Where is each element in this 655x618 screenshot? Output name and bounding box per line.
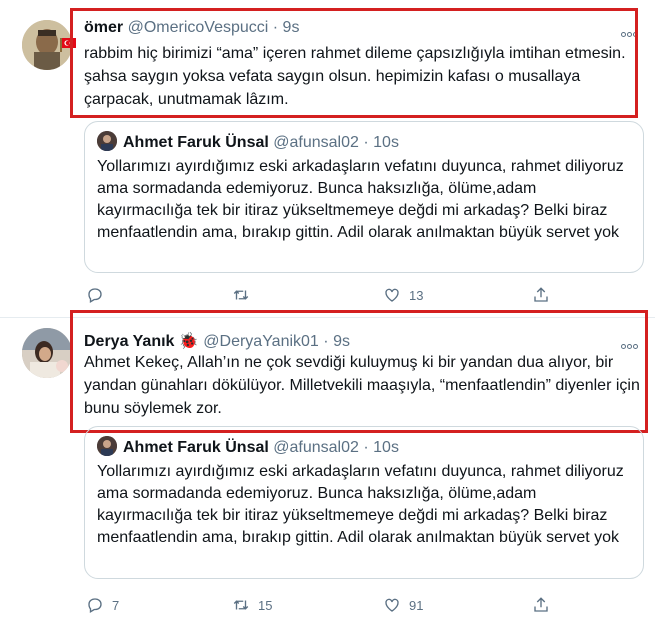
reply-icon (88, 288, 102, 303)
user-handle[interactable]: @DeryaYanik01 (203, 333, 319, 350)
retweet-button[interactable] (232, 284, 258, 306)
quoted-timestamp: 10s (373, 134, 399, 151)
quoted-tweet[interactable]: Ahmet Faruk Ünsal @afunsal02 · 10s Yolla… (84, 121, 644, 273)
display-name[interactable]: Derya Yanık (84, 333, 174, 350)
ladybug-emoji: 🐞 (178, 333, 199, 350)
more-options-icon[interactable] (621, 336, 641, 349)
share-icon (534, 287, 548, 302)
tweet-header: Derya Yanık 🐞 @DeryaYanik01 · 9s (84, 331, 350, 351)
separator-dot: · (323, 333, 329, 350)
timestamp[interactable]: 9s (333, 333, 350, 350)
heart-icon (385, 288, 399, 302)
separator-dot: · (272, 19, 279, 36)
separator-dot: · (363, 439, 369, 456)
quoted-tweet[interactable]: Ahmet Faruk Ünsal @afunsal02 · 10s Yolla… (84, 426, 644, 579)
reply-count: 7 (112, 597, 120, 613)
share-button[interactable] (532, 284, 550, 306)
avatar[interactable] (22, 328, 72, 378)
tweet-text: Ahmet Kekeç, Allah’ın ne çok sevdiği kul… (84, 354, 640, 417)
tweet-actions: 7 15 91 (84, 594, 564, 616)
display-name[interactable]: ömer (84, 19, 123, 36)
retweet-icon (233, 290, 249, 300)
quoted-user-handle: @afunsal02 (273, 134, 359, 151)
timestamp[interactable]: 9s (283, 19, 300, 36)
heart-icon (385, 598, 399, 612)
quoted-timestamp: 10s (373, 439, 399, 456)
reply-button[interactable] (86, 284, 112, 306)
like-count: 91 (409, 597, 424, 613)
retweet-count: 15 (258, 597, 273, 613)
like-button[interactable]: 13 (383, 284, 423, 306)
quoted-tweet-header: Ahmet Faruk Ünsal @afunsal02 · 10s (97, 436, 399, 457)
quoted-avatar (97, 131, 117, 151)
tweet-actions: 13 (84, 284, 564, 306)
tweet-header: ömer @OmericoVespucci · 9s (84, 19, 299, 37)
quoted-tweet-text: Yollarımızı ayırdığımız eski arkadaşları… (97, 463, 624, 546)
quoted-user-handle: @afunsal02 (273, 439, 359, 456)
share-icon (534, 597, 548, 612)
quoted-display-name: Ahmet Faruk Ünsal (123, 134, 269, 151)
share-button[interactable] (532, 594, 550, 616)
quoted-avatar (97, 436, 117, 456)
reply-button[interactable]: 7 (86, 594, 119, 616)
tweet[interactable]: ömer @OmericoVespucci · 9s rabbim hiç bi… (0, 0, 655, 318)
quoted-display-name: Ahmet Faruk Ünsal (123, 439, 269, 456)
tweet[interactable]: Derya Yanık 🐞 @DeryaYanik01 · 9s Ahmet K… (0, 310, 655, 618)
retweet-button[interactable]: 15 (232, 594, 272, 616)
tweet-text: rabbim hiç birimizi “ama” içeren rahmet … (84, 45, 626, 108)
retweet-icon (233, 600, 249, 610)
turkey-flag-icon (60, 38, 76, 52)
more-options-icon[interactable] (621, 24, 641, 37)
reply-icon (88, 598, 102, 613)
like-count: 13 (409, 287, 424, 303)
like-button[interactable]: 91 (383, 594, 423, 616)
user-handle[interactable]: @OmericoVespucci (128, 19, 269, 36)
separator-dot: · (363, 134, 369, 151)
quoted-tweet-text: Yollarımızı ayırdığımız eski arkadaşları… (97, 158, 624, 241)
quoted-tweet-header: Ahmet Faruk Ünsal @afunsal02 · 10s (97, 131, 399, 152)
